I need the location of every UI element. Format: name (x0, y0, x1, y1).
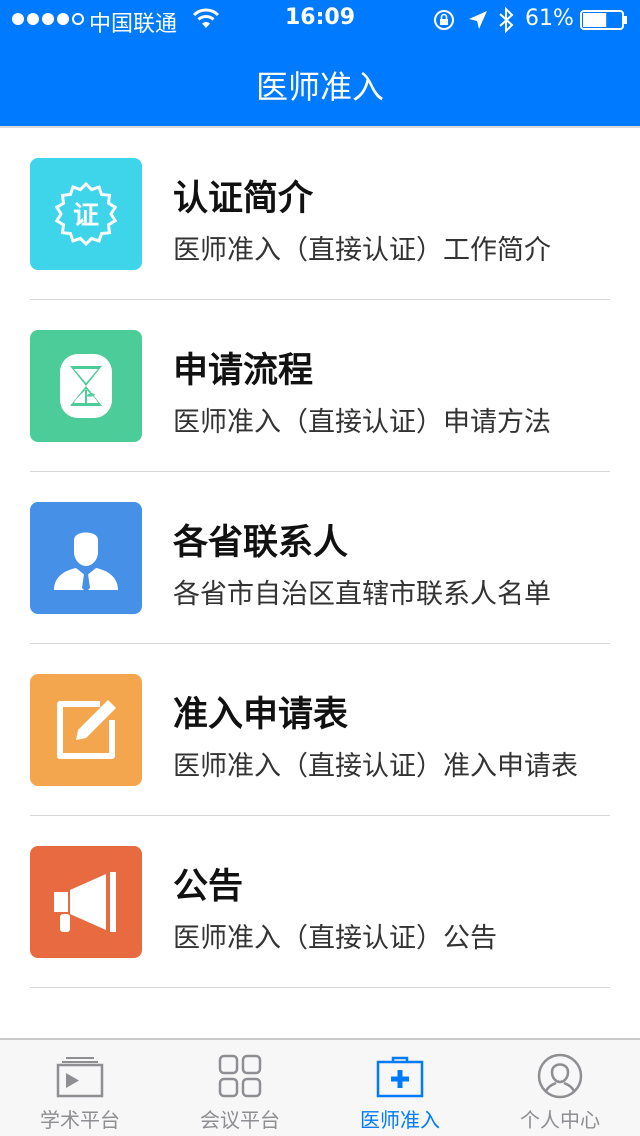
list-item-certification-intro[interactable]: 证 认证简介 医师准入（直接认证）工作简介 (0, 128, 640, 300)
item-title: 准入申请表 (173, 695, 349, 735)
item-icon-tile (30, 330, 142, 442)
battery-percent: 61% (525, 6, 574, 31)
divider (30, 987, 610, 988)
video-play-icon (56, 1057, 104, 1098)
item-icon-tile (30, 674, 142, 786)
list-item-announcements[interactable]: 公告 医师准入（直接认证）公告 (0, 816, 640, 988)
item-icon-tile (30, 846, 142, 958)
item-subtitle: 医师准入（直接认证）公告 (173, 923, 497, 954)
item-title: 申请流程 (173, 351, 314, 391)
tab-label: 会议平台 (200, 1108, 280, 1132)
item-icon-tile (30, 502, 142, 614)
item-subtitle: 医师准入（直接认证）准入申请表 (173, 751, 578, 782)
list-item-application-process[interactable]: 申请流程 医师准入（直接认证）申请方法 (0, 300, 640, 472)
tab-label: 个人中心 (520, 1108, 600, 1132)
tab-bar: 学术平台 会议平台 医师准入 个人中心 (0, 1038, 640, 1136)
user-circle-icon (537, 1053, 583, 1099)
certificate-glyph: 证 (73, 201, 99, 231)
tab-academic-platform[interactable]: 学术平台 (0, 1040, 160, 1136)
contact-person-icon (54, 532, 118, 592)
tab-physician-access[interactable]: 医师准入 (320, 1040, 480, 1136)
item-icon-tile: 证 (30, 158, 142, 270)
certificate-badge-icon: 证 (54, 181, 118, 247)
tab-label: 学术平台 (40, 1108, 120, 1132)
app-header: 中国联通 16:09 61% 医师准入 (0, 0, 640, 126)
item-title: 各省联系人 (173, 523, 349, 563)
location-arrow-icon (469, 11, 487, 29)
megaphone-icon (54, 872, 116, 932)
item-subtitle: 医师准入（直接认证）工作简介 (173, 235, 551, 266)
edit-form-icon (57, 700, 116, 759)
page-title: 医师准入 (255, 68, 384, 106)
item-title: 公告 (173, 867, 244, 907)
status-bar: 中国联通 16:09 61% (0, 0, 640, 40)
bluetooth-icon (499, 6, 514, 34)
tab-label: 医师准入 (360, 1108, 440, 1132)
hourglass-icon (60, 354, 112, 418)
grid-icon (218, 1054, 262, 1098)
item-subtitle: 医师准入（直接认证）申请方法 (173, 407, 551, 438)
battery-icon (580, 10, 627, 30)
list-item-provincial-contacts[interactable]: 各省联系人 各省市自治区直辖市联系人名单 (0, 472, 640, 644)
tab-personal-center[interactable]: 个人中心 (480, 1040, 640, 1136)
list-item-application-form[interactable]: 准入申请表 医师准入（直接认证）准入申请表 (0, 644, 640, 816)
tab-meeting-platform[interactable]: 会议平台 (160, 1040, 320, 1136)
item-title: 认证简介 (173, 179, 314, 219)
rotation-lock-icon (434, 10, 454, 30)
medical-kit-icon (376, 1056, 424, 1098)
item-subtitle: 各省市自治区直辖市联系人名单 (173, 579, 551, 610)
